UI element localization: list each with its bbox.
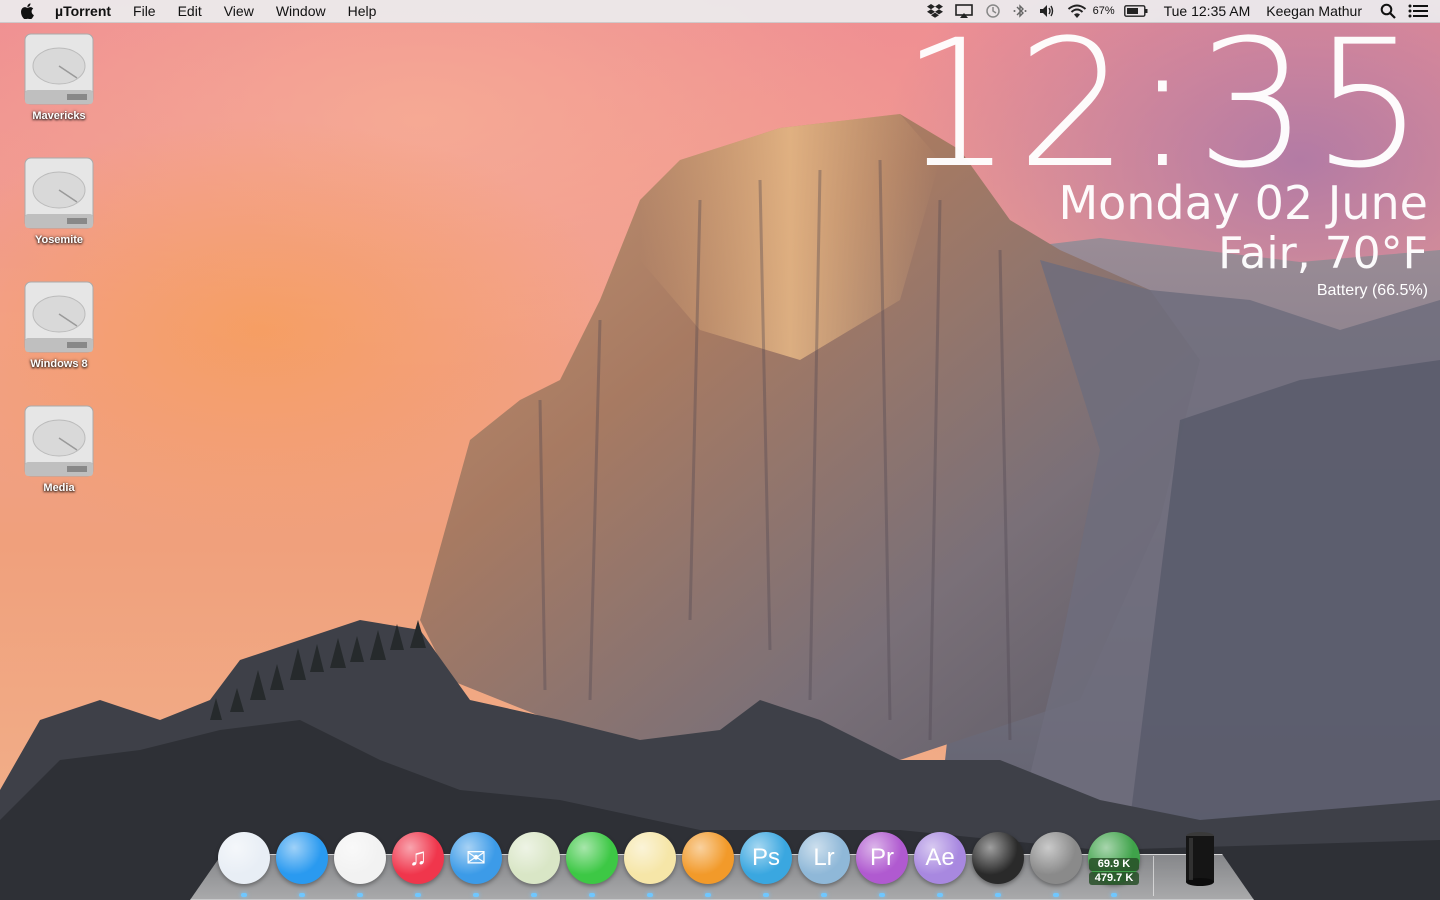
lightroom-icon[interactable]: Lr xyxy=(798,832,850,884)
desktop-icon-label: Windows 8 xyxy=(30,358,88,370)
after-effects-icon[interactable]: Ae xyxy=(914,832,966,884)
itunes-icon[interactable]: ♫ xyxy=(392,832,444,884)
bluetooth-icon[interactable] xyxy=(1013,0,1027,22)
dock-glyph: ✉ xyxy=(465,844,487,872)
running-indicator xyxy=(647,893,653,897)
final-cut-icon[interactable] xyxy=(972,832,1024,884)
dropbox-icon[interactable] xyxy=(926,0,943,22)
mac-pro-icon[interactable] xyxy=(1180,830,1220,888)
clock-widget: 12:35 Monday 02 June Fair, 70°F Battery … xyxy=(900,2,1428,302)
running-indicator xyxy=(1053,893,1059,897)
running-indicator xyxy=(937,893,943,897)
app-menu[interactable]: µTorrent xyxy=(55,0,122,22)
mail-icon[interactable]: ✉ xyxy=(450,832,502,884)
chrome-icon[interactable] xyxy=(334,832,386,884)
running-indicator xyxy=(415,893,421,897)
running-indicator xyxy=(705,893,711,897)
apple-menu-icon[interactable] xyxy=(20,3,34,19)
photoshop-icon[interactable]: Ps xyxy=(740,832,792,884)
dock-glyph xyxy=(682,832,734,884)
running-indicator xyxy=(531,893,537,897)
dock-glyph xyxy=(624,832,676,884)
time-machine-icon[interactable] xyxy=(985,0,1001,22)
running-indicator xyxy=(299,893,305,897)
running-indicator xyxy=(879,893,885,897)
view-menu[interactable]: View xyxy=(213,0,265,22)
running-indicator xyxy=(995,893,1001,897)
utorrent-speed-badge: 69.9 K 479.7 K xyxy=(1086,857,1142,886)
dock-glyph xyxy=(566,832,618,884)
dock-glyph xyxy=(508,832,560,884)
battery-icon[interactable] xyxy=(1123,0,1148,22)
premiere-icon[interactable]: Pr xyxy=(856,832,908,884)
desktop-drive-media[interactable]: Media xyxy=(14,404,104,496)
running-indicator xyxy=(589,893,595,897)
facetime-icon[interactable] xyxy=(566,832,618,884)
dock-glyph: ♫ xyxy=(409,844,427,871)
airplay-icon[interactable] xyxy=(954,0,973,22)
dock-glyph: Ps xyxy=(751,844,780,871)
desktop-drive-mavericks[interactable]: Mavericks xyxy=(14,32,104,124)
dock-glyph: Pr xyxy=(870,844,894,871)
running-indicator xyxy=(473,893,479,897)
desktop-drive-yosemite[interactable]: Yosemite xyxy=(14,156,104,248)
user-menu[interactable]: Keegan Mathur xyxy=(1266,3,1362,19)
battery-percent: 67% xyxy=(1092,5,1115,17)
desktop-icon-label: Yosemite xyxy=(34,234,84,246)
dock-glyph: Ae xyxy=(925,844,955,871)
wifi-icon[interactable] xyxy=(1067,0,1087,22)
finder-icon[interactable] xyxy=(218,832,270,884)
widget-time: 12:35 xyxy=(900,2,1428,207)
safari-icon[interactable] xyxy=(276,832,328,884)
hard-drive-icon xyxy=(24,281,94,353)
menubar-clock[interactable]: Tue 12:35 AM xyxy=(1164,3,1251,19)
dock-glyph xyxy=(276,832,328,884)
notification-center-icon[interactable] xyxy=(1408,0,1428,22)
dock-glyph xyxy=(334,832,386,884)
running-indicator xyxy=(821,893,827,897)
desktop-icon-label: Mavericks xyxy=(32,110,86,122)
hard-drive-icon xyxy=(24,33,94,105)
file-menu[interactable]: File xyxy=(122,0,167,22)
running-indicator xyxy=(241,893,247,897)
volume-icon[interactable] xyxy=(1039,0,1055,22)
window-menu[interactable]: Window xyxy=(265,0,337,22)
running-indicator xyxy=(1111,893,1117,897)
menu-bar: µTorrent File Edit View Window Help 67% … xyxy=(0,0,1440,23)
widget-battery: Battery (66.5%) xyxy=(1316,282,1428,299)
utorrent-download-speed: 69.9 K xyxy=(1089,858,1139,871)
pages-icon[interactable] xyxy=(682,832,734,884)
running-indicator xyxy=(357,893,363,897)
dock-glyph: Lr xyxy=(813,844,835,871)
spotlight-icon[interactable] xyxy=(1380,0,1396,22)
dock-divider xyxy=(1153,856,1154,896)
hard-drive-icon xyxy=(24,157,94,229)
dock-glyph xyxy=(972,832,1024,884)
notes-icon[interactable] xyxy=(624,832,676,884)
running-indicator xyxy=(763,893,769,897)
dock-glyph xyxy=(218,832,270,884)
hard-drive-icon xyxy=(24,405,94,477)
maps-icon[interactable] xyxy=(508,832,560,884)
widget-weather: Fair, 70°F xyxy=(1218,228,1428,279)
utorrent-upload-speed: 479.7 K xyxy=(1089,872,1139,885)
desktop-icon-label: Media xyxy=(43,482,75,494)
system-preferences-icon[interactable] xyxy=(1030,832,1082,884)
desktop-drive-windows-8[interactable]: Windows 8 xyxy=(14,280,104,372)
help-menu[interactable]: Help xyxy=(337,0,388,22)
edit-menu[interactable]: Edit xyxy=(167,0,213,22)
dock-glyph xyxy=(1030,832,1082,884)
